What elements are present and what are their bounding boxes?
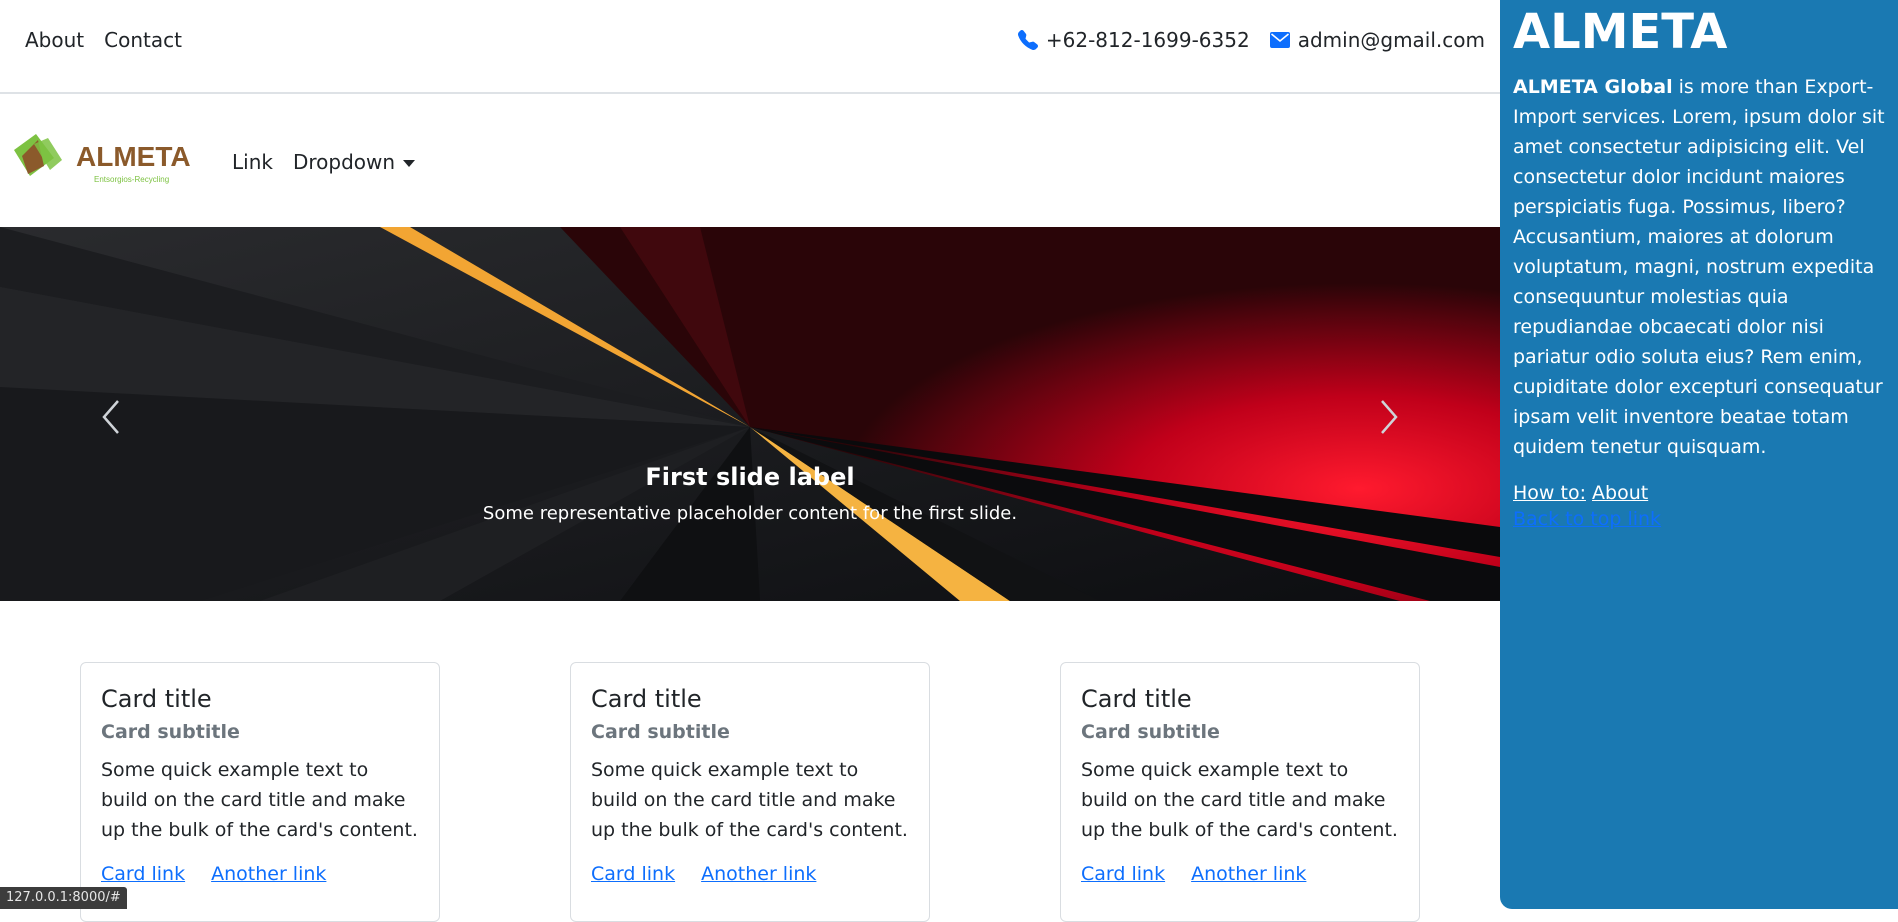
howto-label: How to: <box>1513 482 1586 504</box>
hero-carousel: First slide label Some representative pl… <box>0 227 1500 601</box>
card-subtitle: Card subtitle <box>1081 721 1220 743</box>
card-link[interactable]: Card link <box>591 863 675 885</box>
carousel-next-button[interactable] <box>1368 397 1408 437</box>
top-bar: About Contact +62-812-1699-6352 admin@gm… <box>0 0 1500 94</box>
carousel-caption: First slide label Some representative pl… <box>0 463 1500 524</box>
browser-status-url: 127.0.0.1:8000/# <box>0 887 127 909</box>
howto-about-link[interactable]: About <box>1592 482 1648 504</box>
phone-icon <box>1017 30 1038 50</box>
nav-link[interactable]: Link <box>232 150 273 174</box>
logo-tagline: Entsorgios-Recycling <box>94 175 169 184</box>
slide-title: First slide label <box>645 463 855 491</box>
card-link[interactable]: Card link <box>101 863 185 885</box>
nav-contact-link[interactable]: Contact <box>104 28 182 52</box>
logo-wordmark: ALMETA <box>76 141 191 172</box>
dropdown-label: Dropdown <box>292 150 396 174</box>
another-link[interactable]: Another link <box>701 863 816 885</box>
card-links: Card link Another link <box>101 863 419 885</box>
logo-mark-icon: ALMETA Entsorgios-Recycling <box>14 134 191 184</box>
main-navbar: ALMETA Entsorgios-Recycling Link Dropdow… <box>0 94 1500 227</box>
card-text: Some quick example text to build on the … <box>591 759 908 841</box>
another-link[interactable]: Another link <box>211 863 326 885</box>
card-links: Card link Another link <box>1081 863 1399 885</box>
carousel-slide-image <box>0 227 1500 601</box>
howto-line: How to: About <box>1513 482 1888 504</box>
card-3: Card title Card subtitle Some quick exam… <box>1060 662 1420 922</box>
another-link[interactable]: Another link <box>1191 863 1306 885</box>
envelope-icon <box>1269 32 1290 48</box>
card-link[interactable]: Card link <box>1081 863 1165 885</box>
card-links: Card link Another link <box>591 863 909 885</box>
sidebar-panel: ALMETA ALMETA Global is more than Export… <box>1500 0 1898 909</box>
desc-text: is more than Export-Import services. Lor… <box>1513 76 1885 458</box>
card-title: Card title <box>101 685 212 713</box>
nav-dropdown-toggle[interactable]: Dropdown <box>292 150 416 174</box>
card-text: Some quick example text to build on the … <box>1081 759 1398 841</box>
top-nav: About Contact <box>25 28 182 52</box>
nav-links: Link Dropdown <box>232 150 416 174</box>
desc-bold: ALMETA Global <box>1513 76 1673 98</box>
card-title: Card title <box>1081 685 1192 713</box>
contact-info: +62-812-1699-6352 admin@gmail.com <box>1017 28 1485 52</box>
sidebar-description: ALMETA Global is more than Export-Import… <box>1513 72 1888 462</box>
chevron-right-icon <box>1381 400 1398 434</box>
card-subtitle: Card subtitle <box>591 721 730 743</box>
phone-contact[interactable]: +62-812-1699-6352 <box>1017 28 1250 52</box>
email-address: admin@gmail.com <box>1297 28 1485 52</box>
sidebar-brand: ALMETA <box>1513 4 1728 60</box>
card-subtitle: Card subtitle <box>101 721 240 743</box>
card-title: Card title <box>591 685 702 713</box>
card-1: Card title Card subtitle Some quick exam… <box>80 662 440 922</box>
phone-number: +62-812-1699-6352 <box>1045 28 1250 52</box>
email-contact[interactable]: admin@gmail.com <box>1269 28 1485 52</box>
slide-text: Some representative placeholder content … <box>482 503 1018 524</box>
almeta-logo[interactable]: ALMETA Entsorgios-Recycling <box>14 130 204 192</box>
card-text: Some quick example text to build on the … <box>101 759 418 841</box>
card-2: Card title Card subtitle Some quick exam… <box>570 662 930 922</box>
caret-down-icon <box>403 160 416 167</box>
carousel-prev-button[interactable] <box>92 397 132 437</box>
chevron-left-icon <box>102 400 119 434</box>
nav-about-link[interactable]: About <box>25 28 84 52</box>
back-to-top-link[interactable]: Back to top link <box>1513 508 1888 530</box>
